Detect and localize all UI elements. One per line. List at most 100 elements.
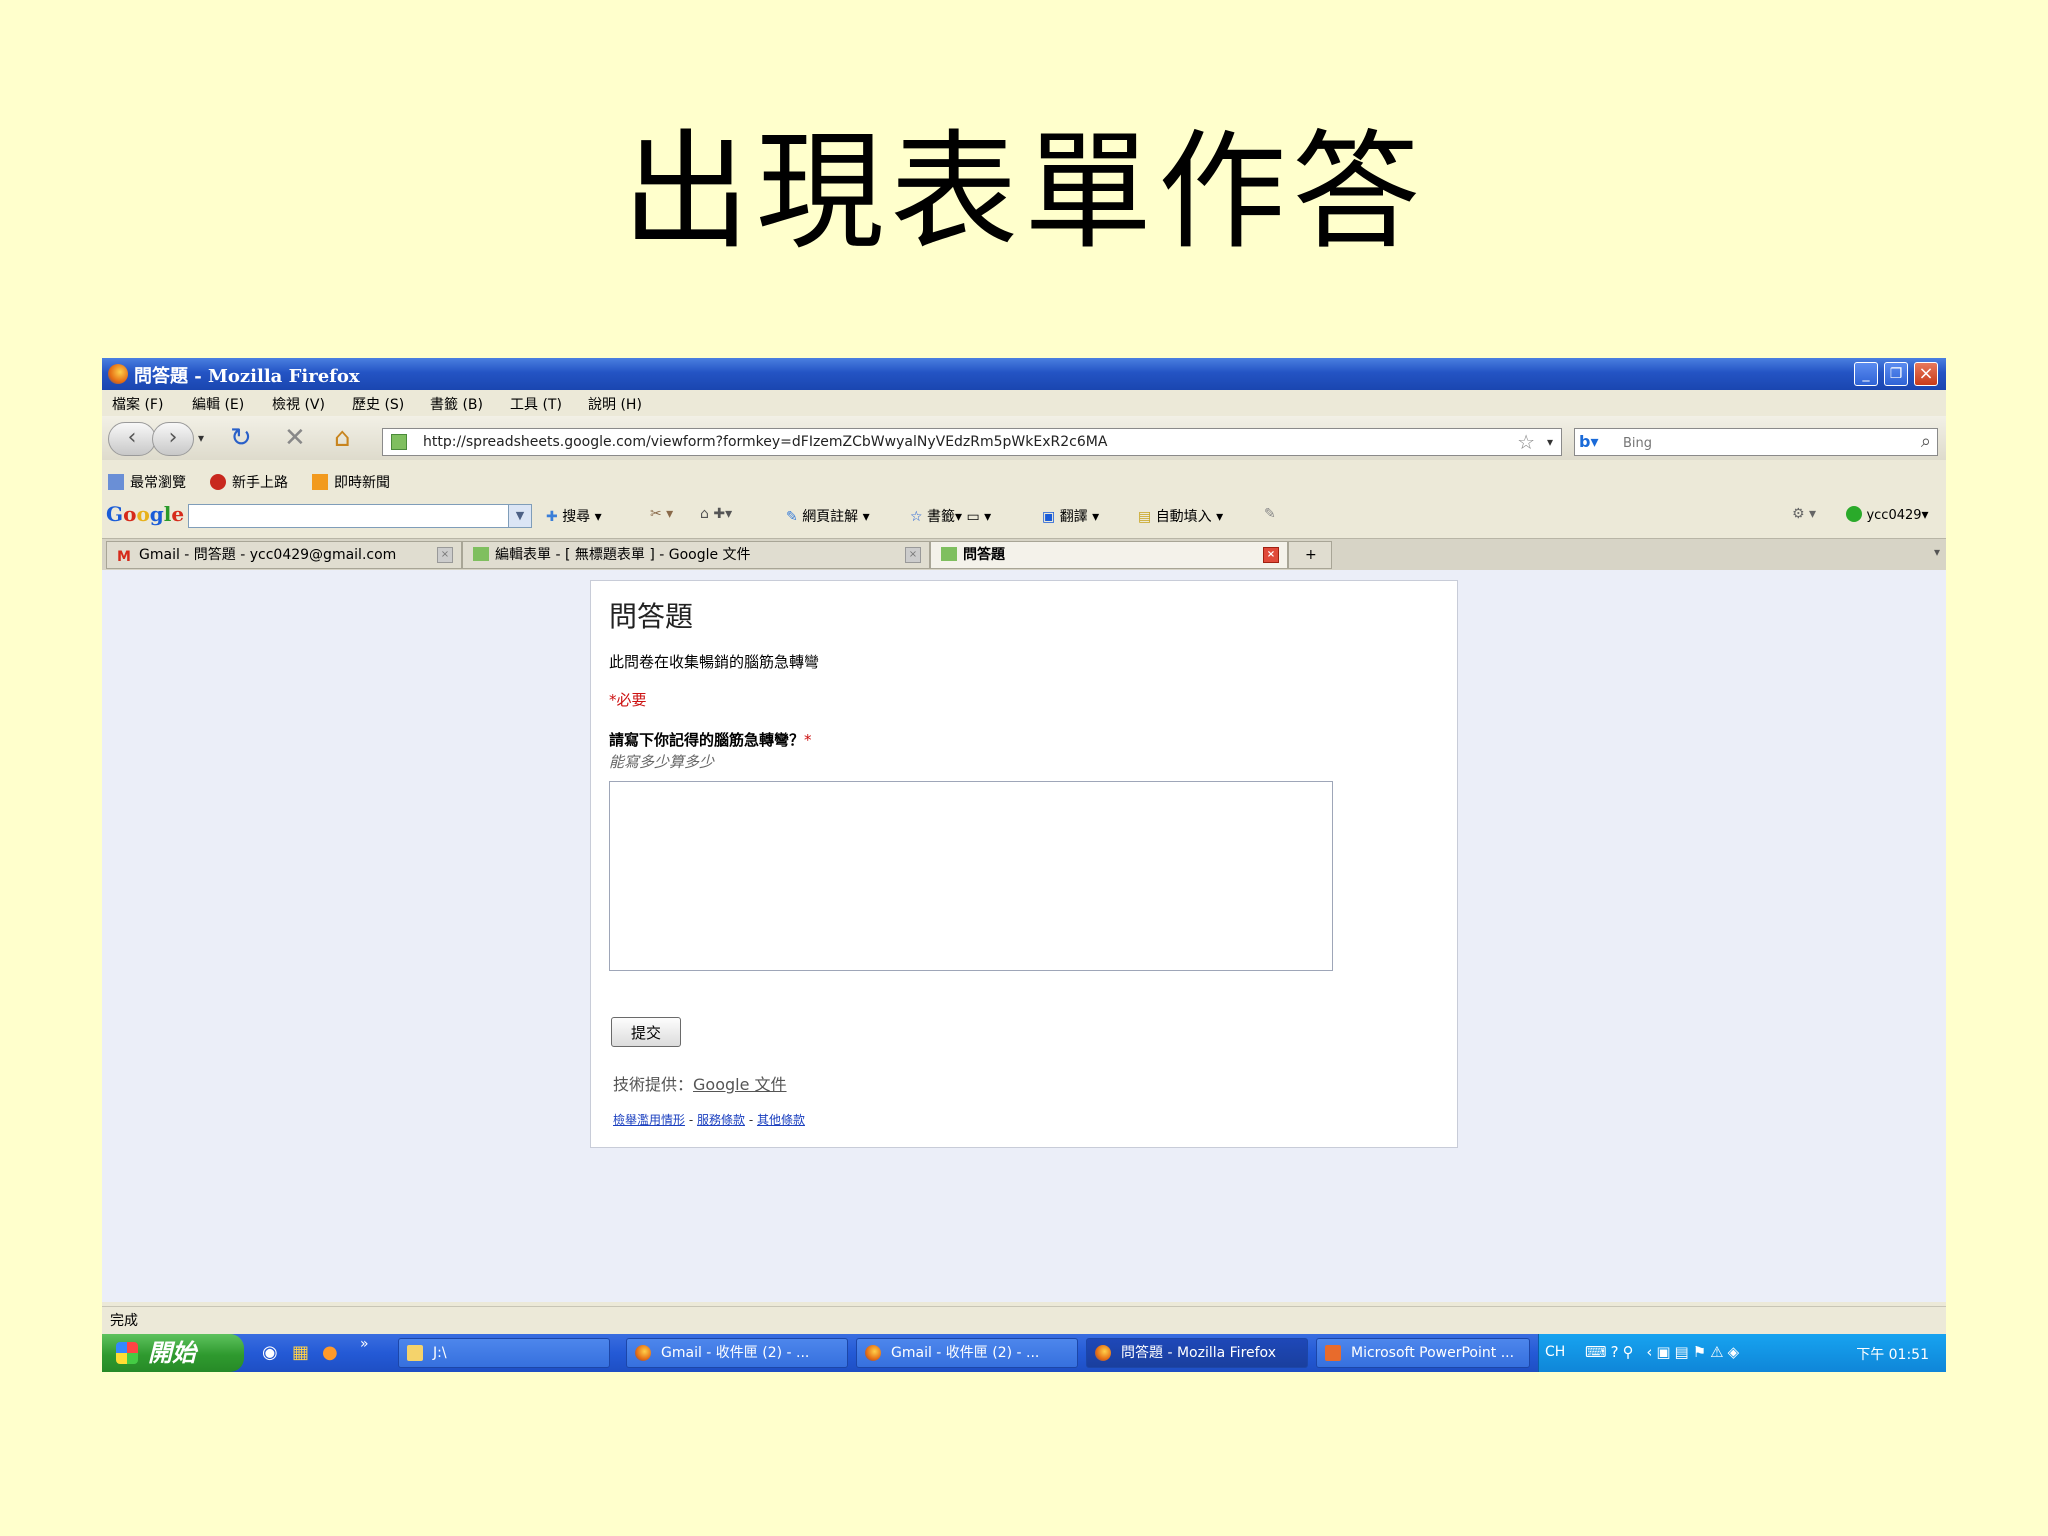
google-bookmarks-button[interactable]: ☆ 書籤▾ ▭ ▾: [910, 506, 991, 526]
question-text: 請寫下你記得的腦筋急轉彎？: [609, 731, 805, 749]
back-button[interactable]: ‹: [108, 422, 156, 456]
search-icon[interactable]: ⌕: [1921, 429, 1931, 455]
forward-button[interactable]: ›: [152, 422, 194, 456]
google-search-button[interactable]: ✚ 搜尋 ▾: [546, 506, 602, 526]
quicklaunch-desktop-icon[interactable]: ▦: [292, 1342, 309, 1363]
tab-close-icon[interactable]: ×: [905, 547, 921, 563]
stop-icon[interactable]: ✕: [284, 422, 306, 454]
taskbar-item-firefox-active[interactable]: 問答題 - Mozilla Firefox: [1086, 1338, 1308, 1368]
bookmark-latest-news[interactable]: 即時新聞: [312, 472, 390, 492]
taskbar-item-drive[interactable]: J:\: [398, 1338, 610, 1368]
start-button[interactable]: 開始: [102, 1334, 244, 1372]
bookmark-label: 即時新聞: [334, 475, 390, 491]
tab-edit-form[interactable]: 編輯表單 - [ 無標題表單 ] - Google 文件 ×: [462, 541, 930, 569]
other-terms-link[interactable]: 其他條款: [757, 1113, 805, 1127]
annotate-label: 網頁註解: [802, 509, 859, 525]
title-bar: 問答題 - Mozilla Firefox _ ❐ ×: [102, 358, 1946, 390]
toolbar-share-icon[interactable]: ⌂ ✚▾: [700, 506, 732, 522]
question-label: 請寫下你記得的腦筋急轉彎？*: [609, 729, 812, 750]
menu-file[interactable]: 檔案 (F): [112, 394, 163, 414]
taskbar: 開始 ◉ ▦ ● » J:\ Gmail - 收件匣 (2) - ... Gma…: [102, 1334, 1946, 1372]
menu-history[interactable]: 歷史 (S): [352, 394, 404, 414]
firefox-icon: [635, 1345, 651, 1361]
terms-link[interactable]: 服務條款: [697, 1113, 745, 1127]
toolbar-tools-icon[interactable]: ✂ ▾: [650, 506, 673, 522]
start-label: 開始: [148, 1339, 196, 1367]
quicklaunch-firefox-icon[interactable]: ●: [322, 1342, 338, 1363]
firefox-icon: [865, 1345, 881, 1361]
most-visited-icon: [108, 474, 124, 490]
autofill-button[interactable]: ▤ 自動填入 ▾: [1138, 506, 1223, 526]
tab-close-icon[interactable]: ×: [437, 547, 453, 563]
translate-button[interactable]: ▣ 翻譯 ▾: [1042, 506, 1099, 526]
tab-close-icon[interactable]: ×: [1263, 547, 1279, 563]
menu-help[interactable]: 說明 (H): [588, 394, 642, 414]
taskbar-label: Microsoft PowerPoint ...: [1351, 1345, 1515, 1361]
tab-label: 編輯表單 - [ 無標題表單 ] - Google 文件: [495, 547, 751, 563]
report-abuse-link[interactable]: 檢舉濫用情形: [613, 1113, 685, 1127]
rss-icon: [312, 474, 328, 490]
status-text: 完成: [110, 1313, 138, 1329]
tab-gmail[interactable]: M Gmail - 問答題 - ycc0429@gmail.com ×: [106, 541, 462, 569]
bookmark-getting-started[interactable]: 新手上路: [210, 472, 288, 492]
getting-started-icon: [210, 474, 226, 490]
url-text: http://spreadsheets.google.com/viewform?…: [423, 434, 1108, 450]
reload-icon[interactable]: ↻: [230, 422, 252, 454]
annotate-icon: ✎: [786, 509, 798, 525]
taskbar-item-gmail-1[interactable]: Gmail - 收件匣 (2) - ...: [626, 1338, 848, 1368]
form-title: 問答題: [609, 600, 694, 633]
menu-edit[interactable]: 編輯 (E): [192, 394, 244, 414]
answer-textarea[interactable]: [609, 781, 1333, 971]
tray-icons[interactable]: ⌨?⚲ ‹▣▤⚑⚠◈: [1585, 1343, 1743, 1361]
language-indicator[interactable]: CH: [1545, 1344, 1565, 1360]
menu-bar: 檔案 (F) 編輯 (E) 檢視 (V) 歷史 (S) 書籤 (B) 工具 (T…: [102, 390, 1946, 416]
google-search-label: 搜尋: [562, 509, 591, 525]
close-button[interactable]: ×: [1914, 362, 1938, 386]
firefox-icon: [1095, 1345, 1111, 1361]
submit-button[interactable]: 提交: [611, 1017, 681, 1047]
new-tab-button[interactable]: +: [1288, 541, 1332, 569]
annotate-button[interactable]: ✎ 網頁註解 ▾: [786, 506, 870, 526]
history-dropdown-icon[interactable]: ▾: [198, 422, 204, 454]
chevron-down-icon[interactable]: ▼: [508, 505, 531, 527]
bookmarks-toolbar: 最常瀏覽 新手上路 即時新聞: [102, 468, 1946, 494]
bookmark-star-icon[interactable]: ☆: [1517, 429, 1535, 455]
highlighter-icon[interactable]: ✎: [1264, 506, 1276, 522]
minimize-button[interactable]: _: [1854, 362, 1878, 386]
google-search-input[interactable]: ▼: [188, 504, 532, 528]
spreadsheet-icon: [941, 547, 957, 561]
clock: 下午 01:51: [1856, 1347, 1929, 1363]
google-docs-link[interactable]: Google 文件: [693, 1075, 787, 1094]
url-dropdown-icon[interactable]: ▾: [1547, 429, 1553, 455]
wrench-icon[interactable]: ⚙ ▾: [1792, 506, 1816, 522]
tab-label: Gmail - 問答題 - ycc0429@gmail.com: [139, 547, 397, 563]
search-input[interactable]: [1621, 431, 1905, 455]
required-note: *必要: [609, 691, 647, 709]
menu-tools[interactable]: 工具 (T): [510, 394, 562, 414]
search-box[interactable]: b▾ ⌕: [1574, 428, 1938, 456]
address-bar[interactable]: http://spreadsheets.google.com/viewform?…: [382, 428, 1562, 456]
bookmark-label: 最常瀏覽: [130, 475, 186, 491]
google-bookmarks-label: 書籤: [927, 509, 956, 525]
menu-bookmarks[interactable]: 書籤 (B): [430, 394, 483, 414]
bookmark-most-visited[interactable]: 最常瀏覽: [108, 472, 186, 492]
bookmark-label: 新手上路: [232, 475, 288, 491]
taskbar-item-gmail-2[interactable]: Gmail - 收件匣 (2) - ...: [856, 1338, 1078, 1368]
tab-list-icon[interactable]: ▾: [1934, 545, 1940, 559]
google-toolbar: Google ▼ ✚ 搜尋 ▾ ✂ ▾ ⌂ ✚▾ ✎ 網頁註解 ▾ ☆ 書籤▾ …: [102, 498, 1946, 532]
restore-button[interactable]: ❐: [1884, 362, 1908, 386]
quicklaunch-more-icon[interactable]: »: [360, 1336, 369, 1352]
home-icon[interactable]: ⌂: [334, 422, 351, 454]
folder-icon: [407, 1345, 423, 1361]
autofill-label: 自動填入: [1155, 509, 1212, 525]
status-bar: 完成: [102, 1306, 1946, 1331]
bing-engine-icon[interactable]: b▾: [1579, 431, 1619, 453]
google-logo: Google: [106, 502, 185, 526]
footer-links: 檢舉濫用情形 - 服務條款 - 其他條款: [613, 1111, 805, 1128]
account-button[interactable]: ycc0429▾: [1846, 506, 1929, 523]
quicklaunch-disc-icon[interactable]: ◉: [262, 1342, 278, 1363]
tab-quiz[interactable]: 問答題 ×: [930, 541, 1288, 569]
menu-view[interactable]: 檢視 (V): [272, 394, 325, 414]
taskbar-item-powerpoint[interactable]: Microsoft PowerPoint ...: [1316, 1338, 1530, 1368]
powerpoint-icon: [1325, 1345, 1341, 1361]
